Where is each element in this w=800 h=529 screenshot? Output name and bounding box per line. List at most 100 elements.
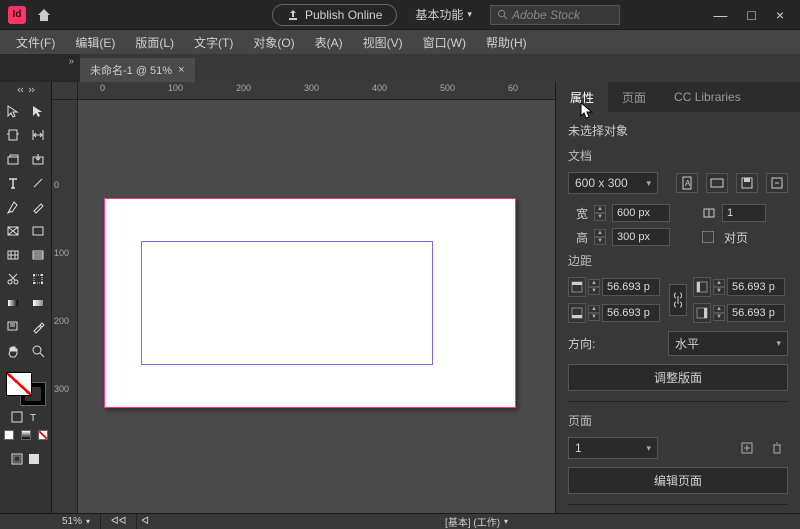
canvas-area[interactable]: 0 100 200 300 400 500 60 0 100 200 300 <box>52 82 555 513</box>
minimize-button[interactable]: — <box>713 7 727 23</box>
zoom-level-select[interactable]: 51% ▾ <box>52 514 101 529</box>
document-tab[interactable]: 未命名-1 @ 51% × <box>80 58 195 82</box>
pages-input[interactable] <box>722 204 766 222</box>
margin-left-spinner[interactable]: ▲▼ <box>713 279 725 295</box>
ruler-tick: 500 <box>440 83 455 93</box>
search-input[interactable]: Adobe Stock <box>490 5 620 25</box>
document-page[interactable] <box>104 198 516 408</box>
delete-page-button[interactable] <box>766 438 788 458</box>
margin-right-input[interactable] <box>727 304 785 322</box>
view-mode-normal-icon[interactable] <box>10 452 25 466</box>
home-icon[interactable] <box>36 7 52 23</box>
selection-tool[interactable] <box>2 100 25 122</box>
view-mode-preview-icon[interactable] <box>27 452 42 466</box>
height-input[interactable] <box>612 228 670 246</box>
edit-page-button[interactable]: 编辑页面 <box>568 467 788 494</box>
menu-table[interactable]: 表(A) <box>307 32 351 53</box>
pencil-tool[interactable] <box>27 196 50 218</box>
apply-color-icon[interactable] <box>1 428 16 442</box>
margin-bottom-spinner[interactable]: ▲▼ <box>588 305 600 321</box>
content-placer-tool[interactable] <box>27 148 50 170</box>
ruler-origin[interactable] <box>52 82 78 100</box>
margin-right-spinner[interactable]: ▲▼ <box>713 305 725 321</box>
close-button[interactable]: × <box>776 7 784 23</box>
delete-preset-button[interactable] <box>766 173 788 193</box>
facing-pages-checkbox[interactable] <box>702 231 714 243</box>
adjust-layout-button[interactable]: 调整版面 <box>568 364 788 391</box>
tab-pages[interactable]: 页面 <box>608 82 660 112</box>
gap-tool[interactable] <box>27 124 50 146</box>
workspace-selector[interactable]: 基本功能 ▾ <box>415 6 472 23</box>
orientation-value: 水平 <box>675 335 699 352</box>
margin-top-spinner[interactable]: ▲▼ <box>588 279 600 295</box>
menu-edit[interactable]: 编辑(E) <box>67 32 123 53</box>
upload-icon <box>287 9 299 21</box>
menu-type[interactable]: 文字(T) <box>186 32 241 53</box>
menu-help[interactable]: 帮助(H) <box>478 32 535 53</box>
gradient-feather-tool[interactable] <box>27 292 50 314</box>
zoom-tool[interactable] <box>27 340 50 362</box>
status-layout[interactable]: [基本] (工作) ▾ <box>153 514 800 529</box>
window-controls: — □ × <box>713 7 792 23</box>
link-margins-button[interactable] <box>669 284 687 316</box>
orientation-select[interactable]: 水平▾ <box>668 331 788 356</box>
tab-cc-libraries[interactable]: CC Libraries <box>660 82 755 112</box>
horizontal-ruler[interactable]: 0 100 200 300 400 500 60 <box>78 82 555 100</box>
margin-top-input[interactable] <box>602 278 660 296</box>
table-tool[interactable] <box>2 244 25 266</box>
rectangle-frame-tool[interactable] <box>2 220 25 242</box>
height-label: 高 <box>568 229 588 246</box>
width-input[interactable] <box>612 204 670 222</box>
menu-layout[interactable]: 版面(L) <box>127 32 182 53</box>
height-spinner[interactable]: ▲▼ <box>594 229 606 245</box>
page-nav-prev[interactable]: ᐊ <box>137 514 153 529</box>
formatting-text-icon[interactable]: T <box>27 410 42 424</box>
apply-none-icon[interactable] <box>35 428 50 442</box>
fill-swatch[interactable] <box>6 372 32 396</box>
menu-file[interactable]: 文件(F) <box>8 32 63 53</box>
tab-properties[interactable]: 属性 <box>556 82 608 112</box>
direct-selection-tool[interactable] <box>27 100 50 122</box>
apply-gradient-icon[interactable] <box>18 428 33 442</box>
free-transform-tool[interactable] <box>27 268 50 290</box>
line-tool[interactable] <box>27 172 50 194</box>
restore-button[interactable]: □ <box>747 7 755 23</box>
width-spinner[interactable]: ▲▼ <box>594 205 606 221</box>
fill-stroke-swatch[interactable] <box>6 372 46 406</box>
margin-bottom-input[interactable] <box>602 304 660 322</box>
page-preset-select[interactable]: 600 x 300▾ <box>568 172 658 194</box>
scissors-tool[interactable] <box>2 268 25 290</box>
menu-window[interactable]: 窗口(W) <box>415 32 474 53</box>
toolbox-collapse-icon[interactable] <box>14 86 38 96</box>
note-tool[interactable] <box>2 316 25 338</box>
page-tool[interactable] <box>2 124 25 146</box>
pen-tool[interactable] <box>2 196 25 218</box>
panel-expand-icon[interactable]: » <box>68 56 74 67</box>
margin-left-input[interactable] <box>727 278 785 296</box>
new-page-button[interactable] <box>736 438 758 458</box>
formatting-container-icon[interactable] <box>10 410 25 424</box>
menu-object[interactable]: 对象(O) <box>245 32 302 53</box>
margin-right-icon <box>693 303 711 323</box>
current-page-select[interactable]: 1▾ <box>568 437 658 459</box>
canvas-viewport[interactable] <box>78 100 555 513</box>
layout-grid-tool[interactable] <box>27 244 50 266</box>
page-nav-prev2[interactable]: ᐊᐊ <box>101 514 137 529</box>
publish-online-button[interactable]: Publish Online <box>272 4 397 26</box>
portrait-orientation-button[interactable]: A <box>676 173 698 193</box>
close-tab-icon[interactable]: × <box>178 64 184 76</box>
publish-label: Publish Online <box>305 8 382 22</box>
rectangle-tool[interactable] <box>27 220 50 242</box>
vertical-ruler[interactable]: 0 100 200 300 <box>52 100 78 513</box>
save-preset-button[interactable] <box>736 173 758 193</box>
section-margins-label: 边距 <box>568 252 788 269</box>
hand-tool[interactable] <box>2 340 25 362</box>
pages-icon <box>702 206 716 220</box>
type-tool[interactable] <box>2 172 25 194</box>
docbar-left: » <box>0 54 80 82</box>
gradient-swatch-tool[interactable] <box>2 292 25 314</box>
menu-view[interactable]: 视图(V) <box>355 32 411 53</box>
content-collector-tool[interactable] <box>2 148 25 170</box>
landscape-orientation-button[interactable] <box>706 173 728 193</box>
eyedropper-tool[interactable] <box>27 316 50 338</box>
